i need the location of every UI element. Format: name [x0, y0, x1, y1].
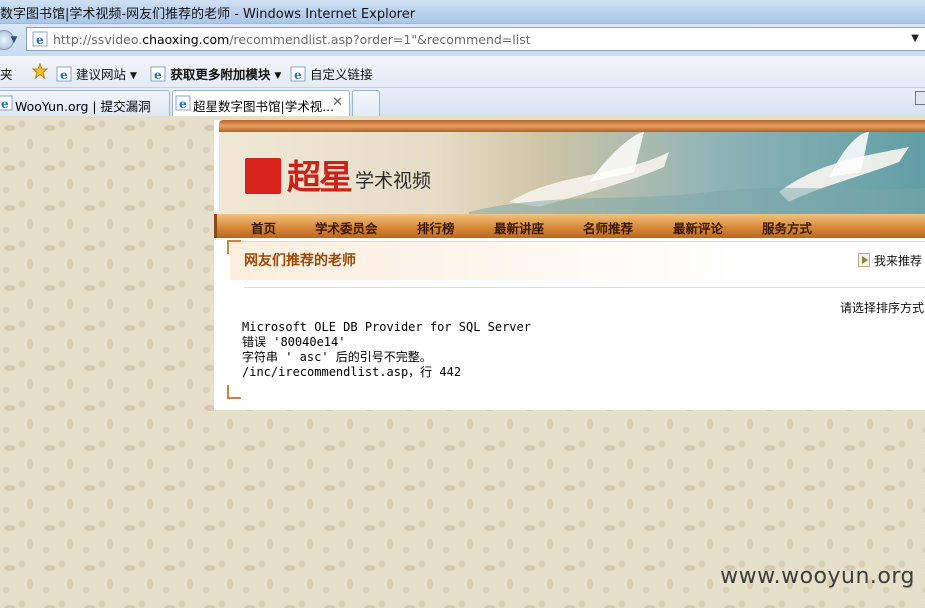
error-line: /inc/irecommendlist.asp，行 442: [242, 365, 462, 379]
site-banner: 超星 学术视频: [219, 132, 925, 214]
ie-page-icon: e: [32, 31, 48, 47]
window-titlebar[interactable]: 数字图书馆|学术视频-网友们推荐的老师 - Windows Internet E…: [0, 0, 925, 24]
favorites-bar: 夹 e 建议网站 ▼ e 获取更多附加模块 ▼ e 自定义链接: [0, 56, 925, 88]
close-tab-icon[interactable]: ✕: [332, 95, 343, 110]
svg-text:e: e: [154, 68, 162, 82]
divider: [244, 287, 925, 288]
ie-page-icon: e: [150, 66, 166, 82]
chevron-down-icon: ▼: [130, 71, 137, 81]
corner-ornament: [227, 385, 241, 399]
history-dropdown-icon[interactable]: ▼: [8, 34, 20, 46]
recommend-panel: 网友们推荐的老师 我来推荐 请选择排序方式 Microsoft OLE DB P…: [227, 240, 925, 399]
tab-bar: e WooYun.org | 提交漏洞 e 超星数字图书馆|学术视... ✕: [0, 88, 925, 117]
banner-top-strip: [219, 120, 925, 132]
svg-text:e: e: [60, 68, 68, 82]
site-logo-text: 超星: [287, 158, 353, 198]
address-field[interactable]: e http://ssvideo.chaoxing.com/recommendl…: [26, 27, 925, 51]
svg-text:e: e: [36, 33, 44, 47]
error-line: Microsoft OLE DB Provider for SQL Server: [242, 320, 531, 334]
tab-label: 超星数字图书馆|学术视...: [193, 99, 335, 114]
ie-page-icon: e: [56, 66, 72, 82]
watermark: www.wooyun.org: [720, 564, 915, 589]
play-arrow-icon: [858, 253, 870, 267]
recommend-button[interactable]: 我来推荐: [858, 252, 922, 270]
page-background: 超星 学术视频 首页 学术委员会 排行榜 最新讲座 名师推荐 最新评论 服务方式…: [0, 116, 925, 608]
nav-famous-teachers[interactable]: 名师推荐: [583, 218, 633, 237]
fav-link-get-addons[interactable]: e 获取更多附加模块 ▼: [150, 64, 281, 83]
chevron-down-icon: ▼: [274, 71, 282, 81]
nav-latest-comments[interactable]: 最新评论: [673, 218, 723, 237]
add-favorite-star-icon[interactable]: [32, 63, 48, 79]
address-bar-row: ▼ e http://ssvideo.chaoxing.com/recommen…: [0, 24, 925, 56]
window-title: 数字图书馆|学术视频-网友们推荐的老师 - Windows Internet E…: [0, 7, 416, 22]
ie-page-icon: e: [290, 66, 306, 82]
error-line: 字符串 ' asc' 后的引号不完整。: [242, 350, 432, 364]
home-icon[interactable]: [915, 91, 925, 105]
section-title: 网友们推荐的老师: [244, 253, 356, 269]
nav-academic-committee[interactable]: 学术委员会: [315, 218, 378, 237]
svg-text:e: e: [1, 97, 9, 111]
address-dropdown-icon[interactable]: ▼: [911, 33, 919, 44]
fav-link-suggested-sites[interactable]: e 建议网站 ▼: [56, 64, 137, 83]
nav-home[interactable]: 首页: [251, 218, 276, 237]
tab-wooyun[interactable]: e WooYun.org | 提交漏洞: [0, 90, 170, 116]
error-line: 错误 '80040e14': [242, 335, 346, 349]
ie-page-icon: e: [0, 95, 13, 111]
svg-text:e: e: [294, 68, 302, 82]
nav-rankings[interactable]: 排行榜: [417, 218, 455, 237]
sql-error-message: Microsoft OLE DB Provider for SQL Server…: [242, 320, 531, 380]
new-tab-button[interactable]: [352, 90, 380, 116]
site-nav-bar: 首页 学术委员会 排行榜 最新讲座 名师推荐 最新评论 服务方式: [214, 214, 925, 238]
chaoxing-logo-icon: [245, 158, 281, 194]
tab-label: WooYun.org | 提交漏洞: [15, 99, 151, 114]
section-header: 网友们推荐的老师 我来推荐: [230, 242, 925, 280]
ie-page-icon: e: [175, 95, 191, 111]
tab-chaoxing[interactable]: e 超星数字图书馆|学术视... ✕: [172, 90, 350, 117]
nav-services[interactable]: 服务方式: [762, 218, 812, 237]
site-logo-subtitle: 学术视频: [355, 170, 432, 192]
nav-latest-lectures[interactable]: 最新讲座: [494, 218, 544, 237]
favorites-label[interactable]: 夹: [0, 64, 13, 83]
cranes-illustration: [469, 132, 925, 214]
url-text[interactable]: http://ssvideo.chaoxing.com/recommendlis…: [53, 32, 531, 47]
svg-text:e: e: [179, 97, 187, 111]
fav-link-custom-links[interactable]: e 自定义链接: [290, 64, 373, 83]
sort-order-label[interactable]: 请选择排序方式: [840, 299, 924, 316]
